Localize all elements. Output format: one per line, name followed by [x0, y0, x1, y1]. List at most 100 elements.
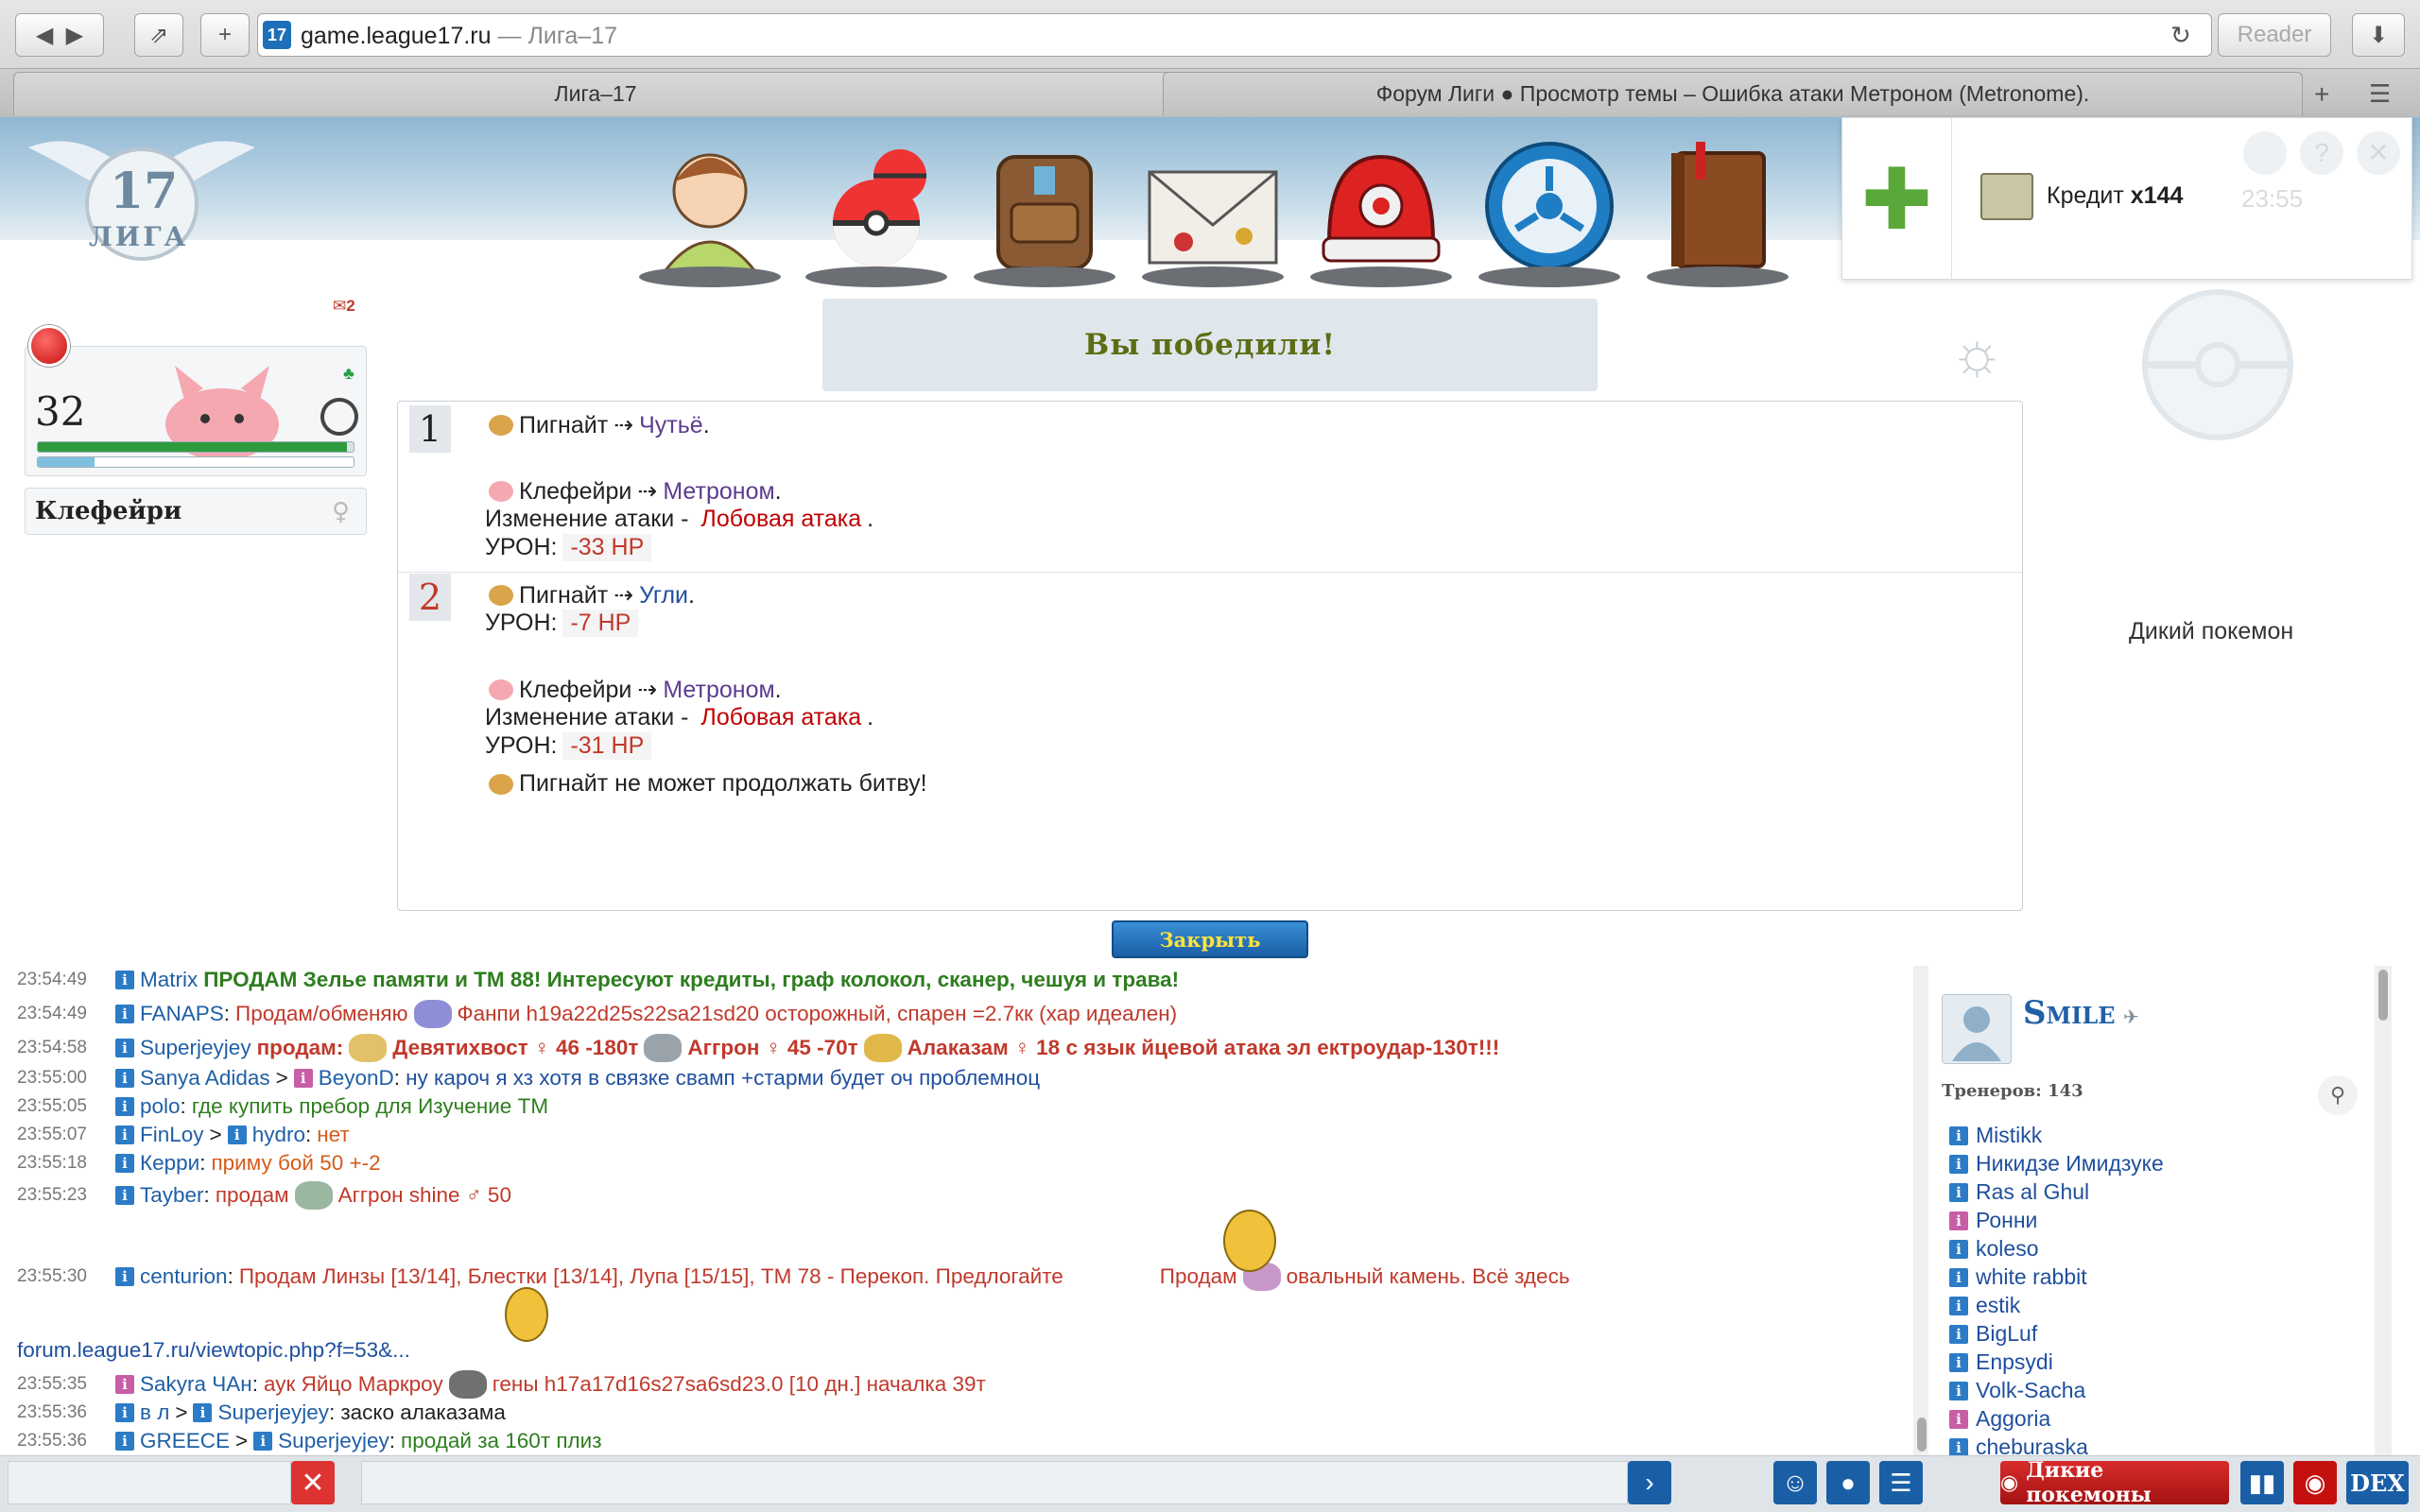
- chat-user[interactable]: FinLoy: [140, 1121, 204, 1149]
- forum-link[interactable]: forum.league17.ru/viewtopic.php?f=53&...: [17, 1336, 410, 1365]
- online-user-item[interactable]: i Aggoria: [1949, 1406, 2050, 1432]
- chat-user[interactable]: GREECE: [140, 1427, 230, 1455]
- info-icon[interactable]: i: [115, 1375, 134, 1394]
- chat-recipient[interactable]: hydro: [252, 1123, 305, 1146]
- info-icon[interactable]: i: [115, 1267, 134, 1286]
- info-icon[interactable]: i: [193, 1403, 213, 1422]
- online-user-name[interactable]: Enpsydi: [1976, 1349, 2053, 1375]
- reader-button[interactable]: Reader: [2218, 13, 2331, 57]
- online-user-item[interactable]: i Mistikk: [1949, 1123, 2042, 1148]
- chat-input[interactable]: [361, 1461, 1628, 1504]
- online-user-name[interactable]: koleso: [1976, 1236, 2038, 1262]
- chat-user[interactable]: Tayber: [140, 1183, 204, 1207]
- tab-overview-icon[interactable]: ☰: [2369, 79, 2391, 109]
- chat-user[interactable]: Matrix: [140, 966, 198, 994]
- online-user-item[interactable]: i Volk-Sacha: [1949, 1378, 2085, 1403]
- online-user-name[interactable]: Ронни: [1976, 1208, 2037, 1233]
- online-user-name[interactable]: white rabbit: [1976, 1264, 2087, 1290]
- info-icon[interactable]: i: [115, 1154, 134, 1173]
- help-icon[interactable]: ?: [2300, 131, 2343, 175]
- chat-user[interactable]: polo: [140, 1094, 181, 1118]
- url-text[interactable]: game.league17.ru — Лига–17: [301, 23, 617, 50]
- info-icon[interactable]: i: [1949, 1409, 1968, 1429]
- info-icon[interactable]: i: [115, 1403, 134, 1422]
- avatar[interactable]: [1942, 994, 2012, 1064]
- info-icon[interactable]: i: [1949, 1154, 1968, 1174]
- online-user-name[interactable]: Ras al Ghul: [1976, 1179, 2089, 1205]
- online-user-item[interactable]: i BigLuf: [1949, 1321, 2037, 1347]
- search-icon[interactable]: ⚲: [2318, 1075, 2358, 1115]
- stats-button[interactable]: ▮▮: [2240, 1461, 2284, 1504]
- username-title[interactable]: Smile: [2023, 994, 2116, 1032]
- info-icon[interactable]: i: [1949, 1211, 1968, 1230]
- chat-bubble-icon[interactable]: [2243, 131, 2287, 175]
- chat-recipient[interactable]: Superjeyjey: [217, 1400, 329, 1424]
- reload-icon[interactable]: ↻: [2170, 21, 2191, 50]
- send-button[interactable]: ›: [1628, 1461, 1671, 1504]
- online-user-item[interactable]: i white rabbit: [1949, 1264, 2087, 1290]
- plus-icon[interactable]: ✚: [1842, 118, 1952, 281]
- league-icon[interactable]: [1478, 138, 1620, 287]
- online-user-item[interactable]: i Ras al Ghul: [1949, 1179, 2089, 1205]
- chat-recipient[interactable]: Superjeyjey: [278, 1429, 389, 1452]
- chat-user[interactable]: Керри: [140, 1151, 199, 1175]
- close-icon[interactable]: ✕: [2357, 131, 2400, 175]
- info-icon[interactable]: i: [115, 1005, 134, 1023]
- league-logo[interactable]: 17 ЛИГА: [19, 129, 265, 270]
- notifications-badge[interactable]: ✉2: [333, 297, 355, 316]
- info-icon[interactable]: i: [1949, 1381, 1968, 1400]
- info-icon[interactable]: i: [253, 1432, 273, 1451]
- tab-forum[interactable]: Форум Лиги ● Просмотр темы – Ошибка атак…: [1163, 72, 2303, 115]
- chat-user[interactable]: Superjeyjey: [140, 1034, 251, 1062]
- dex-button[interactable]: DEX: [2346, 1461, 2409, 1504]
- smiley-button[interactable]: ☺: [1773, 1461, 1817, 1504]
- info-icon[interactable]: i: [115, 1432, 134, 1451]
- pokemon-name-box[interactable]: Клефейри ♀: [25, 488, 367, 535]
- back-icon[interactable]: ◀: [36, 22, 53, 49]
- online-user-name[interactable]: BigLuf: [1976, 1321, 2037, 1347]
- info-icon[interactable]: i: [115, 1125, 134, 1144]
- online-user-name[interactable]: Volk-Sacha: [1976, 1378, 2085, 1403]
- eye-button[interactable]: ◉: [2293, 1461, 2337, 1504]
- info-icon[interactable]: i: [1949, 1267, 1968, 1287]
- online-user-name[interactable]: estik: [1976, 1293, 2020, 1318]
- online-user-name[interactable]: Никидзе Имидзуке: [1976, 1151, 2164, 1177]
- chat-user[interactable]: Sanya Adidas: [140, 1064, 270, 1092]
- close-battle-button[interactable]: Закрыть: [1112, 920, 1308, 958]
- new-tab-button[interactable]: +: [200, 13, 250, 57]
- online-user-item[interactable]: i koleso: [1949, 1236, 2038, 1262]
- info-icon[interactable]: i: [1949, 1352, 1968, 1372]
- info-icon[interactable]: i: [115, 1039, 134, 1057]
- private-chat-input[interactable]: [8, 1461, 291, 1504]
- online-user-item[interactable]: i Enpsydi: [1949, 1349, 2053, 1375]
- share-button[interactable]: ⇗: [134, 13, 183, 57]
- new-tab-plus-icon[interactable]: +: [2314, 79, 2329, 110]
- clear-button[interactable]: ✕: [291, 1461, 335, 1504]
- mail-icon[interactable]: [1142, 138, 1284, 287]
- online-user-item[interactable]: i Ронни: [1949, 1208, 2037, 1233]
- trainer-icon[interactable]: [639, 138, 781, 287]
- player-pokemon-card[interactable]: 32 ♣: [25, 346, 367, 476]
- info-icon[interactable]: i: [115, 1186, 134, 1205]
- info-icon[interactable]: i: [227, 1125, 247, 1144]
- online-user-item[interactable]: i Никидзе Имидзуке: [1949, 1151, 2164, 1177]
- info-icon[interactable]: i: [115, 971, 134, 989]
- chat-settings-button[interactable]: ☰: [1879, 1461, 1923, 1504]
- info-icon[interactable]: i: [115, 1069, 134, 1088]
- chat-user[interactable]: FANAPS: [140, 1002, 224, 1025]
- info-icon[interactable]: i: [1949, 1296, 1968, 1315]
- backpack-icon[interactable]: [974, 138, 1115, 287]
- online-user-name[interactable]: Aggoria: [1976, 1406, 2050, 1432]
- info-icon[interactable]: i: [1949, 1437, 1968, 1457]
- info-icon[interactable]: i: [1949, 1182, 1968, 1202]
- info-icon[interactable]: i: [115, 1097, 134, 1116]
- info-icon[interactable]: i: [1949, 1125, 1968, 1145]
- wild-pokemon-button[interactable]: ◉ Дикие покемоны: [2000, 1458, 2229, 1507]
- users-scrollbar[interactable]: [2375, 966, 2392, 1455]
- info-icon[interactable]: i: [1949, 1324, 1968, 1344]
- info-icon[interactable]: i: [293, 1069, 313, 1088]
- tab-league17[interactable]: Лига–17: [13, 72, 1178, 115]
- forward-icon[interactable]: ▶: [66, 22, 83, 49]
- chat-recipient[interactable]: BeyonD: [319, 1066, 394, 1090]
- pokeballs-icon[interactable]: [805, 138, 947, 287]
